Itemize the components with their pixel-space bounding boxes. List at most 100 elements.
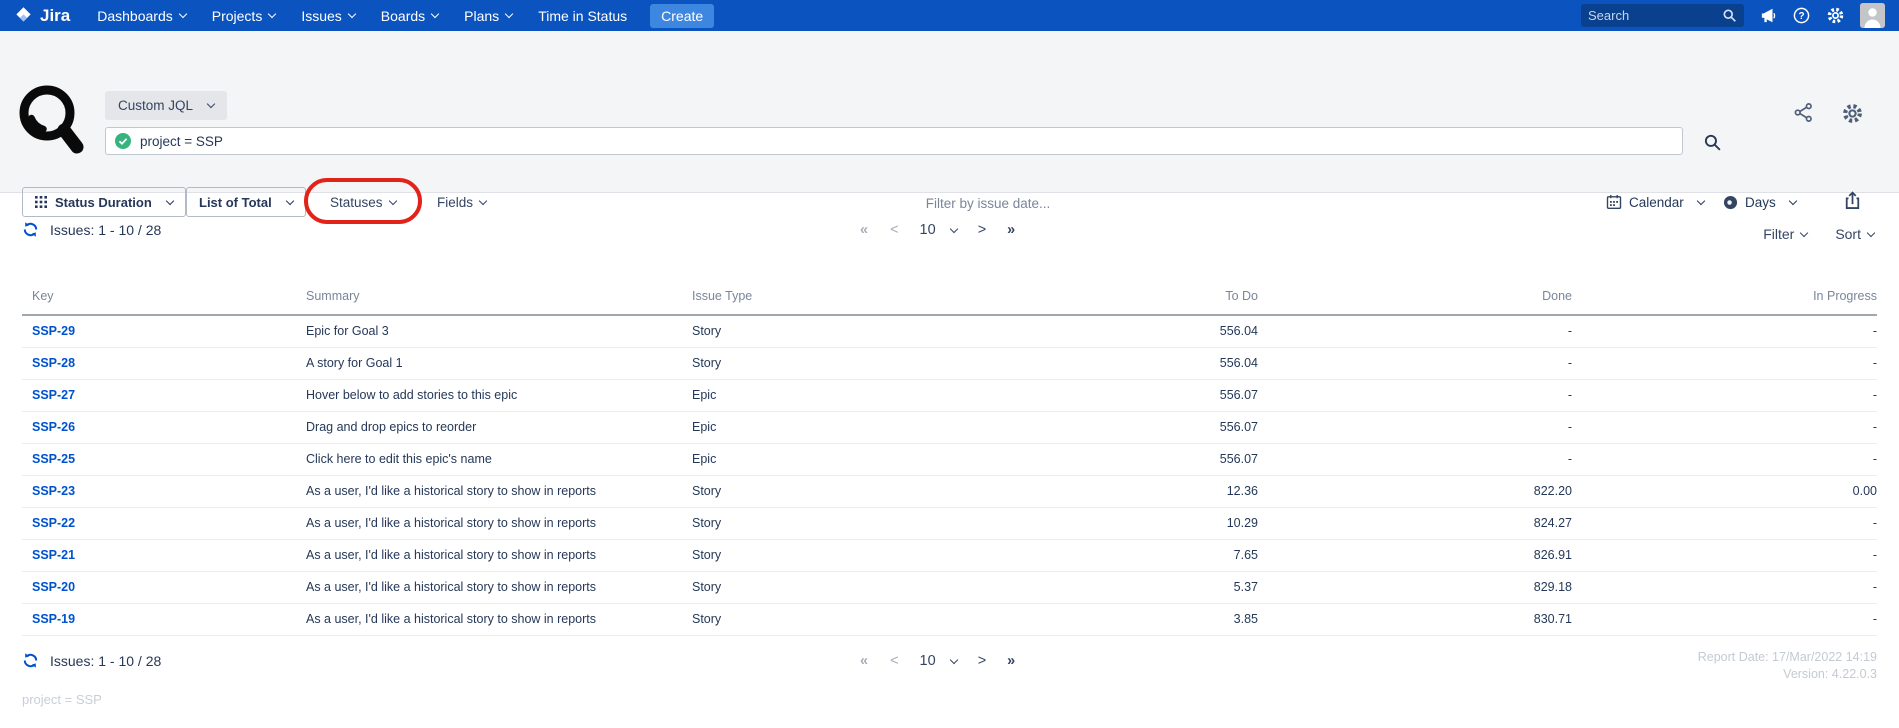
chevron-down-icon bbox=[949, 224, 957, 232]
chevron-down-icon bbox=[285, 196, 293, 204]
jira-brand[interactable]: Jira bbox=[14, 6, 70, 26]
issue-key-link[interactable]: SSP-29 bbox=[32, 324, 75, 338]
check-circle-icon bbox=[115, 133, 131, 149]
cell-issue-type: Story bbox=[692, 539, 972, 571]
cell-done: 824.27 bbox=[1258, 507, 1572, 539]
issue-key-link[interactable]: SSP-26 bbox=[32, 420, 75, 434]
page-prev-button[interactable]: < bbox=[890, 222, 898, 238]
settings-gear-icon[interactable] bbox=[1839, 100, 1866, 130]
cell-key: SSP-29 bbox=[22, 315, 306, 347]
cell-to-do: 12.36 bbox=[972, 475, 1258, 507]
page-size-select[interactable]: 10 bbox=[920, 222, 957, 238]
page-last-button[interactable]: » bbox=[1007, 653, 1016, 669]
chevron-down-icon bbox=[348, 10, 356, 18]
calendar-dropdown[interactable]: Calendar bbox=[1606, 187, 1704, 217]
create-button[interactable]: Create bbox=[650, 4, 714, 28]
refresh-icon[interactable] bbox=[22, 652, 39, 669]
column-header-issue-type: Issue Type bbox=[692, 283, 972, 315]
report-type-dropdown[interactable]: Status Duration bbox=[22, 187, 186, 217]
share-icon[interactable] bbox=[1791, 100, 1816, 128]
page-first-button[interactable]: « bbox=[860, 653, 869, 669]
issue-key-link[interactable]: SSP-22 bbox=[32, 516, 75, 530]
nav-menu: DashboardsProjectsIssuesBoardsPlansTime … bbox=[84, 0, 640, 31]
column-header-summary: Summary bbox=[306, 283, 692, 315]
issue-key-link[interactable]: SSP-20 bbox=[32, 580, 75, 594]
nav-item-boards[interactable]: Boards bbox=[368, 0, 451, 31]
jql-input[interactable] bbox=[140, 134, 1673, 149]
nav-search-box[interactable] bbox=[1581, 4, 1744, 27]
nav-item-projects[interactable]: Projects bbox=[199, 0, 289, 31]
cell-to-do: 556.04 bbox=[972, 315, 1258, 347]
list-type-dropdown[interactable]: List of Total bbox=[186, 187, 306, 217]
issue-key-link[interactable]: SSP-25 bbox=[32, 452, 75, 466]
nav-search-input[interactable] bbox=[1588, 8, 1722, 23]
announcement-icon[interactable] bbox=[1759, 7, 1777, 25]
chevron-down-icon bbox=[949, 655, 957, 663]
cell-summary: As a user, I'd like a historical story t… bbox=[306, 475, 692, 507]
issues-count-top: Issues: 1 - 10 / 28 bbox=[22, 221, 161, 238]
table-header-row: Key Summary Issue Type To Do Done In Pro… bbox=[22, 283, 1877, 315]
page-next-button[interactable]: > bbox=[978, 653, 986, 669]
cell-key: SSP-25 bbox=[22, 443, 306, 475]
export-icon[interactable] bbox=[1840, 188, 1865, 216]
filter-dropdown[interactable]: Filter bbox=[1763, 226, 1807, 242]
issues-table: Key Summary Issue Type To Do Done In Pro… bbox=[22, 283, 1877, 636]
nav-item-issues[interactable]: Issues bbox=[288, 0, 367, 31]
help-icon[interactable]: ? bbox=[1792, 6, 1811, 25]
cell-key: SSP-22 bbox=[22, 507, 306, 539]
statuses-dropdown[interactable]: Statuses bbox=[330, 187, 396, 217]
cell-to-do: 10.29 bbox=[972, 507, 1258, 539]
page-size-select[interactable]: 10 bbox=[920, 653, 957, 669]
gear-icon[interactable] bbox=[1826, 6, 1845, 25]
chevron-down-icon bbox=[268, 10, 276, 18]
table-row: SSP-26Drag and drop epics to reorderEpic… bbox=[22, 411, 1877, 443]
cell-in-progress: 0.00 bbox=[1572, 475, 1877, 507]
nav-item-dashboards[interactable]: Dashboards bbox=[84, 0, 199, 31]
cell-in-progress: - bbox=[1572, 571, 1877, 603]
page-last-button[interactable]: » bbox=[1007, 222, 1016, 238]
units-dropdown[interactable]: Days bbox=[1723, 187, 1796, 217]
top-navbar: Jira DashboardsProjectsIssuesBoardsPlans… bbox=[0, 0, 1899, 31]
cell-summary: Click here to edit this epic's name bbox=[306, 443, 692, 475]
filter-sort-controls: Filter Sort bbox=[1763, 226, 1874, 242]
date-filter-input[interactable] bbox=[758, 189, 1218, 217]
issue-key-link[interactable]: SSP-27 bbox=[32, 388, 75, 402]
refresh-icon[interactable] bbox=[22, 221, 39, 238]
cell-key: SSP-20 bbox=[22, 571, 306, 603]
page-next-button[interactable]: > bbox=[978, 222, 986, 238]
jql-input-field[interactable] bbox=[105, 127, 1683, 155]
jql-type-dropdown[interactable]: Custom JQL bbox=[105, 91, 227, 120]
chevron-down-icon bbox=[388, 196, 396, 204]
issue-key-link[interactable]: SSP-21 bbox=[32, 548, 75, 562]
nav-item-time-in-status[interactable]: Time in Status bbox=[525, 0, 640, 31]
cell-to-do: 556.07 bbox=[972, 443, 1258, 475]
app-logo-icon bbox=[18, 83, 86, 164]
sort-dropdown[interactable]: Sort bbox=[1835, 226, 1874, 242]
jql-search-button[interactable] bbox=[1701, 131, 1724, 157]
page-first-button[interactable]: « bbox=[860, 222, 869, 238]
cell-summary: Hover below to add stories to this epic bbox=[306, 379, 692, 411]
calendar-icon bbox=[1606, 194, 1622, 210]
issue-key-link[interactable]: SSP-19 bbox=[32, 612, 75, 626]
cell-done: - bbox=[1258, 411, 1572, 443]
fields-dropdown[interactable]: Fields bbox=[437, 187, 486, 217]
avatar[interactable] bbox=[1860, 3, 1885, 28]
nav-item-plans[interactable]: Plans bbox=[451, 0, 525, 31]
table-row: SSP-22As a user, I'd like a historical s… bbox=[22, 507, 1877, 539]
cell-issue-type: Story bbox=[692, 507, 972, 539]
issue-key-link[interactable]: SSP-23 bbox=[32, 484, 75, 498]
page-prev-button[interactable]: < bbox=[890, 653, 898, 669]
search-icon bbox=[1722, 8, 1737, 23]
chevron-down-icon bbox=[179, 10, 187, 18]
table-row: SSP-29Epic for Goal 3Story556.04-- bbox=[22, 315, 1877, 347]
report-date: Report Date: 17/Mar/2022 14:19 bbox=[1698, 649, 1877, 666]
cell-to-do: 5.37 bbox=[972, 571, 1258, 603]
table-row: SSP-19 As a user, I'd like a historical s… bbox=[22, 603, 1877, 635]
cell-done: 829.18 bbox=[1258, 571, 1572, 603]
cell-in-progress: - bbox=[1572, 507, 1877, 539]
cell-to-do: 556.04 bbox=[972, 347, 1258, 379]
column-header-done: Done bbox=[1258, 283, 1572, 315]
chevron-down-icon bbox=[479, 196, 487, 204]
cell-summary: As a user, I'd like a historical story t… bbox=[306, 603, 692, 635]
issue-key-link[interactable]: SSP-28 bbox=[32, 356, 75, 370]
